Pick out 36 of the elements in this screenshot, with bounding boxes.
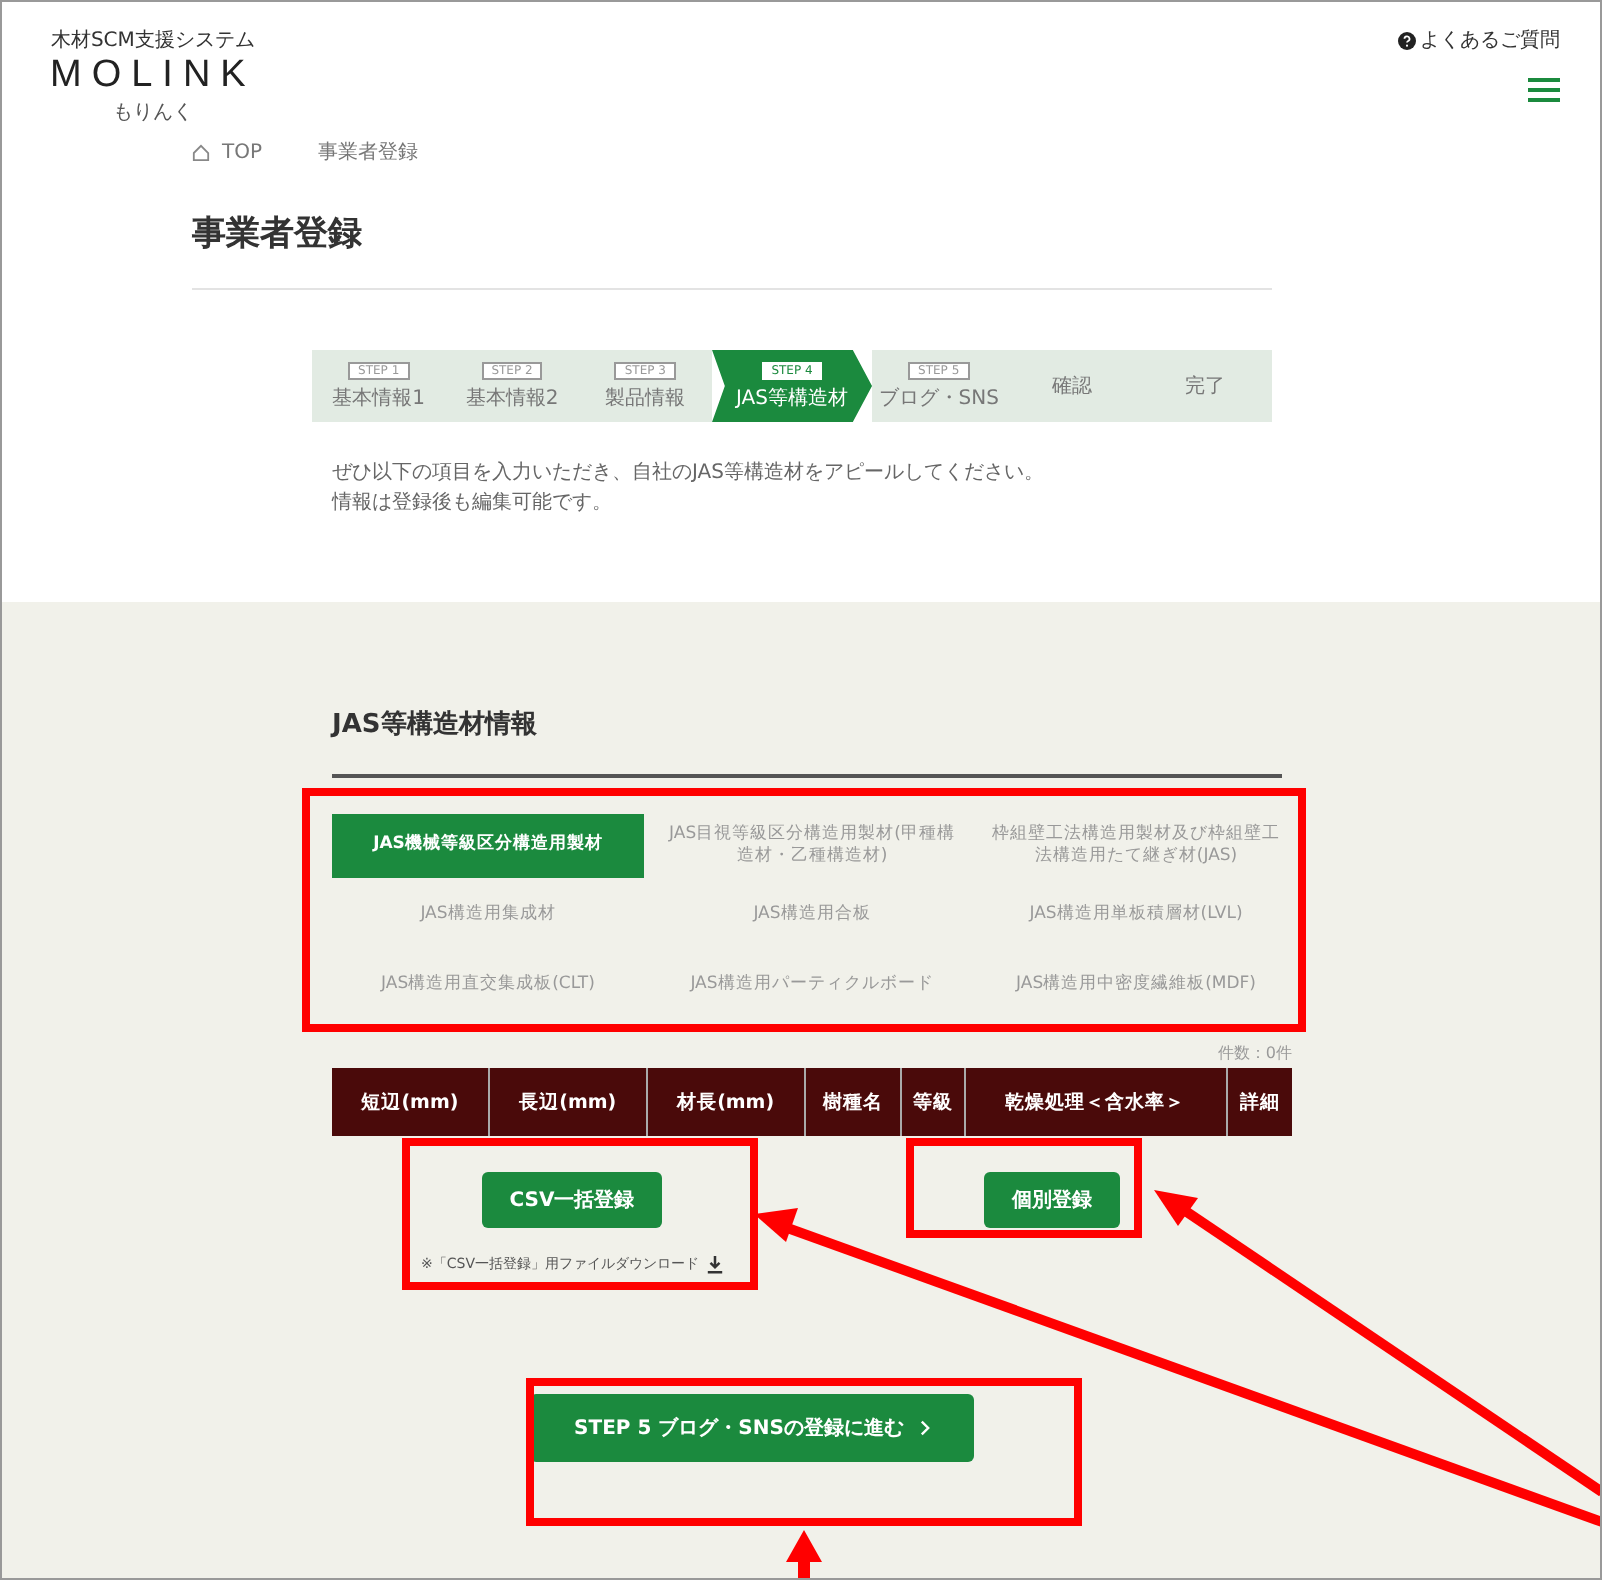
logo[interactable]: MOLINK bbox=[50, 54, 256, 98]
section-title: JAS等構造材情報 bbox=[332, 706, 1282, 778]
intro-text: ぜひ以下の項目を入力いただき、自社のJAS等構造材をアピールしてください。 bbox=[332, 459, 1046, 488]
breadcrumb-link[interactable]: 事業者登録 bbox=[318, 138, 419, 166]
category-tab[interactable]: JAS目視等級区分構造用製材(甲種構造材・乙種構造材) bbox=[656, 814, 968, 878]
help-link[interactable]: よくあるご質問 bbox=[1398, 26, 1560, 54]
column-header: 樹種名 bbox=[805, 1068, 903, 1136]
column-header: 短辺(mm) bbox=[332, 1068, 490, 1136]
download-icon bbox=[705, 1255, 723, 1273]
menu-icon[interactable] bbox=[1528, 78, 1560, 102]
category-tab[interactable]: JAS機械等級区分構造用製材 bbox=[332, 814, 644, 878]
logo-subtitle: もりんく bbox=[112, 100, 193, 126]
chevron-icon bbox=[919, 1420, 930, 1437]
home-icon bbox=[192, 143, 210, 161]
category-tab[interactable]: JAS構造用集成材 bbox=[332, 884, 644, 948]
question-icon bbox=[1398, 31, 1416, 49]
category-tab[interactable]: 枠組壁工法構造用製材及び枠組壁工法構造用たて継ぎ材(JAS) bbox=[980, 814, 1292, 878]
column-header: 材長(mm) bbox=[647, 1068, 806, 1136]
category-tab[interactable]: JAS構造用合板 bbox=[656, 884, 968, 948]
annotation-arrow bbox=[786, 1530, 822, 1578]
column-header: 長辺(mm) bbox=[489, 1068, 648, 1136]
column-header: 乾燥処理＜含水率＞ bbox=[965, 1068, 1228, 1136]
column-header: 等級 bbox=[902, 1068, 966, 1136]
page-title: 事業者登録 bbox=[192, 210, 1272, 290]
category-tab[interactable]: JAS構造用直交集成板(CLT) bbox=[332, 954, 644, 1018]
count-text: 件数：0件 bbox=[1215, 1042, 1292, 1064]
column-header: 詳細 bbox=[1237, 1089, 1282, 1117]
logo-tagline: 木材SCM支援システム bbox=[50, 27, 255, 54]
intro-text: 情報は登録後も編集可能です。 bbox=[332, 489, 614, 518]
category-tab[interactable]: JAS構造用単板積層材(LVL) bbox=[980, 884, 1292, 948]
individual-register-button[interactable]: 個別登録 bbox=[984, 1172, 1120, 1228]
category-tab[interactable]: JAS構造用中密度繊維板(MDF) bbox=[980, 954, 1292, 1018]
category-tab[interactable]: JAS構造用パーティクルボード bbox=[656, 954, 968, 1018]
breadcrumb-link[interactable]: TOP bbox=[222, 141, 263, 163]
next-step-button[interactable]: STEP 5 ブログ・SNSの登録に進む bbox=[530, 1394, 974, 1462]
csv-import-button[interactable]: CSV一括登録 bbox=[481, 1172, 663, 1228]
